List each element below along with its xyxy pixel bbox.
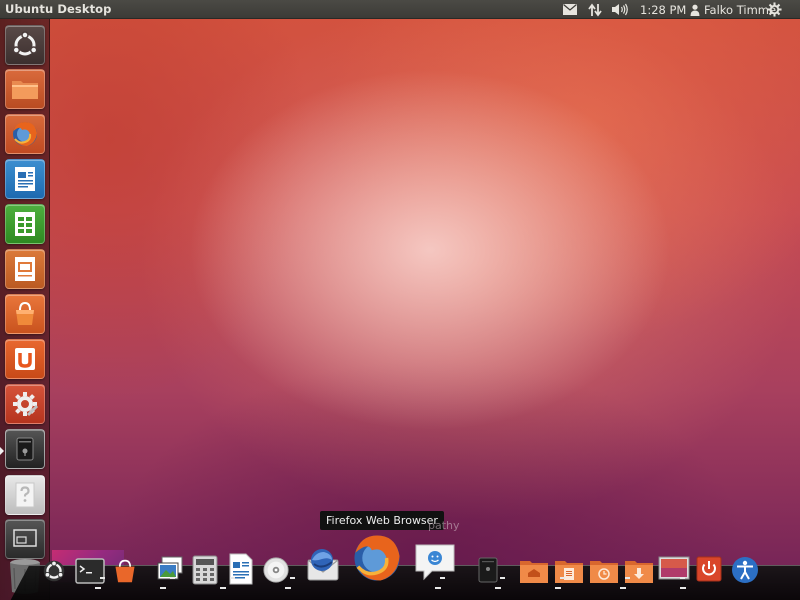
dock-tooltip-ghost: pathy	[428, 519, 460, 532]
network-icon[interactable]	[588, 2, 602, 17]
launcher-libreoffice-calc[interactable]	[5, 204, 45, 244]
launcher-cairo-dock[interactable]	[5, 429, 45, 469]
launcher-libreoffice-writer[interactable]	[5, 159, 45, 199]
launcher-software-center[interactable]	[5, 294, 45, 334]
dock-tooltip: Firefox Web Browser	[320, 511, 444, 530]
writer-icon	[15, 167, 35, 191]
user-icon	[690, 4, 700, 16]
launcher-dash-home[interactable]	[5, 25, 45, 65]
workspaces-icon	[13, 529, 37, 547]
software-center-icon	[16, 301, 34, 325]
top-panel: Ubuntu Desktop 1:28 PM Falko Timme	[0, 0, 800, 19]
clock[interactable]: 1:28 PM	[640, 2, 686, 17]
impress-icon	[15, 257, 35, 281]
folder-icon	[12, 81, 38, 99]
launcher-system-settings[interactable]	[5, 384, 45, 424]
dock-icon	[16, 437, 34, 461]
user-menu[interactable]: Falko Timme	[690, 2, 776, 17]
calc-icon	[15, 212, 35, 236]
ubuntu-logo-icon	[12, 31, 38, 56]
settings-icon	[13, 392, 39, 417]
user-name: Falko Timme	[704, 2, 777, 17]
launcher-workspace-switcher[interactable]	[5, 519, 45, 559]
unity-launcher	[0, 19, 50, 600]
firefox-icon	[13, 122, 37, 146]
launcher-help[interactable]	[5, 475, 45, 515]
help-icon	[15, 482, 35, 508]
launcher-libreoffice-impress[interactable]	[5, 249, 45, 289]
gear-icon[interactable]	[767, 2, 783, 17]
mail-icon[interactable]	[563, 2, 577, 17]
window-title: Ubuntu Desktop	[5, 2, 112, 16]
launcher-firefox[interactable]	[5, 114, 45, 154]
ubuntu-one-icon	[15, 348, 35, 370]
running-indicator	[0, 447, 4, 455]
dock-shelf-markings	[40, 574, 760, 594]
volume-icon[interactable]	[611, 2, 629, 17]
launcher-home-folder[interactable]	[5, 69, 45, 109]
launcher-ubuntu-one[interactable]	[5, 339, 45, 379]
desktop-wallpaper	[0, 0, 800, 600]
